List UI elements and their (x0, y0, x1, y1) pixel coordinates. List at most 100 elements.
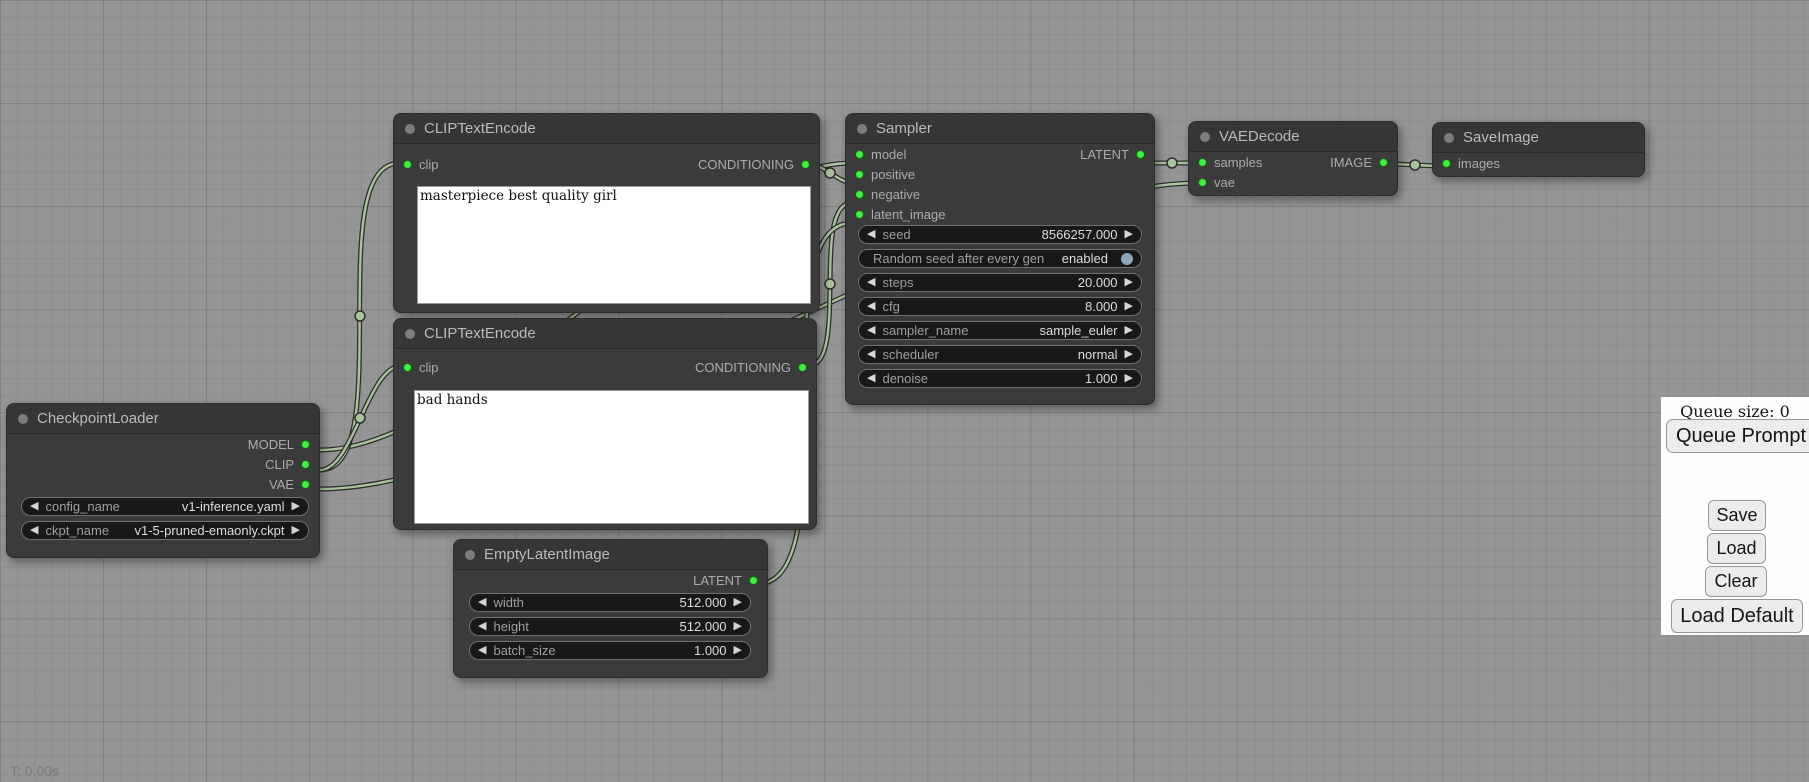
link-core-clip-to-positive-encode (320, 163, 400, 470)
node-checkpoint-loader[interactable]: CheckpointLoader MODEL CLIP VAE ◀ config… (6, 403, 320, 558)
increment-arrow-icon[interactable]: ▶ (734, 645, 742, 656)
input-port-model[interactable] (855, 150, 864, 159)
decrement-arrow-icon[interactable]: ◀ (867, 349, 875, 360)
node-header[interactable]: CheckpointLoader (7, 404, 319, 434)
widget-label: config_name (45, 499, 119, 514)
input-port-samples[interactable] (1198, 158, 1207, 167)
widget-scheduler[interactable]: ◀ scheduler normal ▶ (858, 345, 1142, 364)
widget-height[interactable]: ◀ height 512.000 ▶ (469, 617, 751, 636)
increment-arrow-icon[interactable]: ▶ (292, 525, 300, 536)
node-title: CLIPTextEncode (424, 120, 536, 137)
node-sampler[interactable]: Sampler model LATENT positive negative l… (845, 113, 1155, 405)
output-port-conditioning[interactable] (801, 160, 810, 169)
input-port-clip[interactable] (403, 363, 412, 372)
toggle-circle-icon[interactable] (1121, 253, 1133, 265)
increment-arrow-icon[interactable]: ▶ (734, 621, 742, 632)
widget-value: normal (1078, 347, 1118, 362)
output-port-image[interactable] (1379, 158, 1388, 167)
widget-value: 512.000 (680, 595, 727, 610)
decrement-arrow-icon[interactable]: ◀ (867, 229, 875, 240)
widget-label: seed (882, 227, 910, 242)
node-header[interactable]: Sampler (846, 114, 1154, 144)
output-label-clip: CLIP (265, 457, 294, 472)
node-empty-latent-image[interactable]: EmptyLatentImage LATENT ◀ width 512.000 … (453, 539, 768, 678)
node-header[interactable]: SaveImage (1433, 123, 1644, 153)
decrement-arrow-icon[interactable]: ◀ (867, 277, 875, 288)
collapse-dot-icon[interactable] (405, 329, 415, 339)
clear-button[interactable]: Clear (1705, 566, 1767, 597)
widget-seed[interactable]: ◀ seed 8566257.000 ▶ (858, 225, 1142, 244)
increment-arrow-icon[interactable]: ▶ (1125, 229, 1133, 240)
widget-config-name[interactable]: ◀ config_name v1-inference.yaml ▶ (21, 497, 309, 516)
widget-value: 8.000 (1085, 299, 1118, 314)
decrement-arrow-icon[interactable]: ◀ (478, 597, 486, 608)
load-default-button[interactable]: Load Default (1671, 599, 1803, 633)
decrement-arrow-icon[interactable]: ◀ (30, 501, 38, 512)
widget-steps[interactable]: ◀ steps 20.000 ▶ (858, 273, 1142, 292)
collapse-dot-icon[interactable] (1200, 132, 1210, 142)
output-port-vae[interactable] (301, 480, 310, 489)
input-port-positive[interactable] (855, 170, 864, 179)
link-core-clip-to-negative-encode (320, 366, 401, 470)
decrement-arrow-icon[interactable]: ◀ (867, 325, 875, 336)
increment-arrow-icon[interactable]: ▶ (292, 501, 300, 512)
widget-value: enabled (1062, 251, 1108, 266)
decrement-arrow-icon[interactable]: ◀ (478, 621, 486, 632)
node-clip-text-encode-positive[interactable]: CLIPTextEncode clip CONDITIONING masterp… (393, 113, 820, 313)
load-button[interactable]: Load (1707, 533, 1766, 564)
node-title: VAEDecode (1219, 128, 1300, 145)
input-port-images[interactable] (1442, 159, 1451, 168)
output-port-conditioning[interactable] (798, 363, 807, 372)
input-label-model: model (871, 147, 906, 162)
decrement-arrow-icon[interactable]: ◀ (867, 301, 875, 312)
input-port-vae[interactable] (1198, 178, 1207, 187)
input-label-clip: clip (419, 157, 439, 172)
queue-panel: Queue size: 0 Queue Prompt Save Load Cle… (1661, 397, 1809, 635)
collapse-dot-icon[interactable] (857, 124, 867, 134)
widget-ckpt-name[interactable]: ◀ ckpt_name v1-5-pruned-emaonly.ckpt ▶ (21, 521, 309, 540)
node-header[interactable]: CLIPTextEncode (394, 319, 816, 349)
widget-random-seed-toggle[interactable]: Random seed after every gen enabled (858, 249, 1142, 268)
widget-cfg[interactable]: ◀ cfg 8.000 ▶ (858, 297, 1142, 316)
collapse-dot-icon[interactable] (465, 550, 475, 560)
decrement-arrow-icon[interactable]: ◀ (867, 373, 875, 384)
widget-width[interactable]: ◀ width 512.000 ▶ (469, 593, 751, 612)
input-port-latent-image[interactable] (855, 210, 864, 219)
output-port-latent[interactable] (749, 576, 758, 585)
node-header[interactable]: CLIPTextEncode (394, 114, 819, 144)
increment-arrow-icon[interactable]: ▶ (734, 597, 742, 608)
node-header[interactable]: EmptyLatentImage (454, 540, 767, 570)
queue-prompt-button[interactable]: Queue Prompt (1666, 419, 1809, 453)
widget-value: 8566257.000 (1042, 227, 1118, 242)
widget-denoise[interactable]: ◀ denoise 1.000 ▶ (858, 369, 1142, 388)
decrement-arrow-icon[interactable]: ◀ (30, 525, 38, 536)
increment-arrow-icon[interactable]: ▶ (1125, 277, 1133, 288)
input-port-clip[interactable] (403, 160, 412, 169)
decrement-arrow-icon[interactable]: ◀ (478, 645, 486, 656)
widget-label: denoise (882, 371, 928, 386)
graph-canvas[interactable]: CheckpointLoader MODEL CLIP VAE ◀ config… (0, 0, 1809, 782)
node-clip-text-encode-negative[interactable]: CLIPTextEncode clip CONDITIONING bad han… (393, 318, 817, 530)
increment-arrow-icon[interactable]: ▶ (1125, 373, 1133, 384)
node-vae-decode[interactable]: VAEDecode samples IMAGE vae (1188, 121, 1398, 196)
collapse-dot-icon[interactable] (18, 414, 28, 424)
widget-value: 1.000 (1085, 371, 1118, 386)
widget-batch-size[interactable]: ◀ batch_size 1.000 ▶ (469, 641, 751, 660)
node-header[interactable]: VAEDecode (1189, 122, 1397, 152)
widget-sampler-name[interactable]: ◀ sampler_name sample_euler ▶ (858, 321, 1142, 340)
link-clip-to-negative-encode (320, 366, 401, 470)
increment-arrow-icon[interactable]: ▶ (1125, 349, 1133, 360)
increment-arrow-icon[interactable]: ▶ (1125, 301, 1133, 312)
prompt-text-input[interactable]: bad hands (414, 390, 809, 524)
prompt-text-input[interactable]: masterpiece best quality girl (417, 186, 811, 304)
input-port-negative[interactable] (855, 190, 864, 199)
collapse-dot-icon[interactable] (405, 124, 415, 134)
output-port-latent[interactable] (1136, 150, 1145, 159)
link-clip-to-positive-encode (320, 163, 400, 470)
output-port-model[interactable] (301, 440, 310, 449)
output-port-clip[interactable] (301, 460, 310, 469)
node-save-image[interactable]: SaveImage images (1432, 122, 1645, 177)
increment-arrow-icon[interactable]: ▶ (1125, 325, 1133, 336)
collapse-dot-icon[interactable] (1444, 133, 1454, 143)
save-button[interactable]: Save (1708, 500, 1766, 531)
